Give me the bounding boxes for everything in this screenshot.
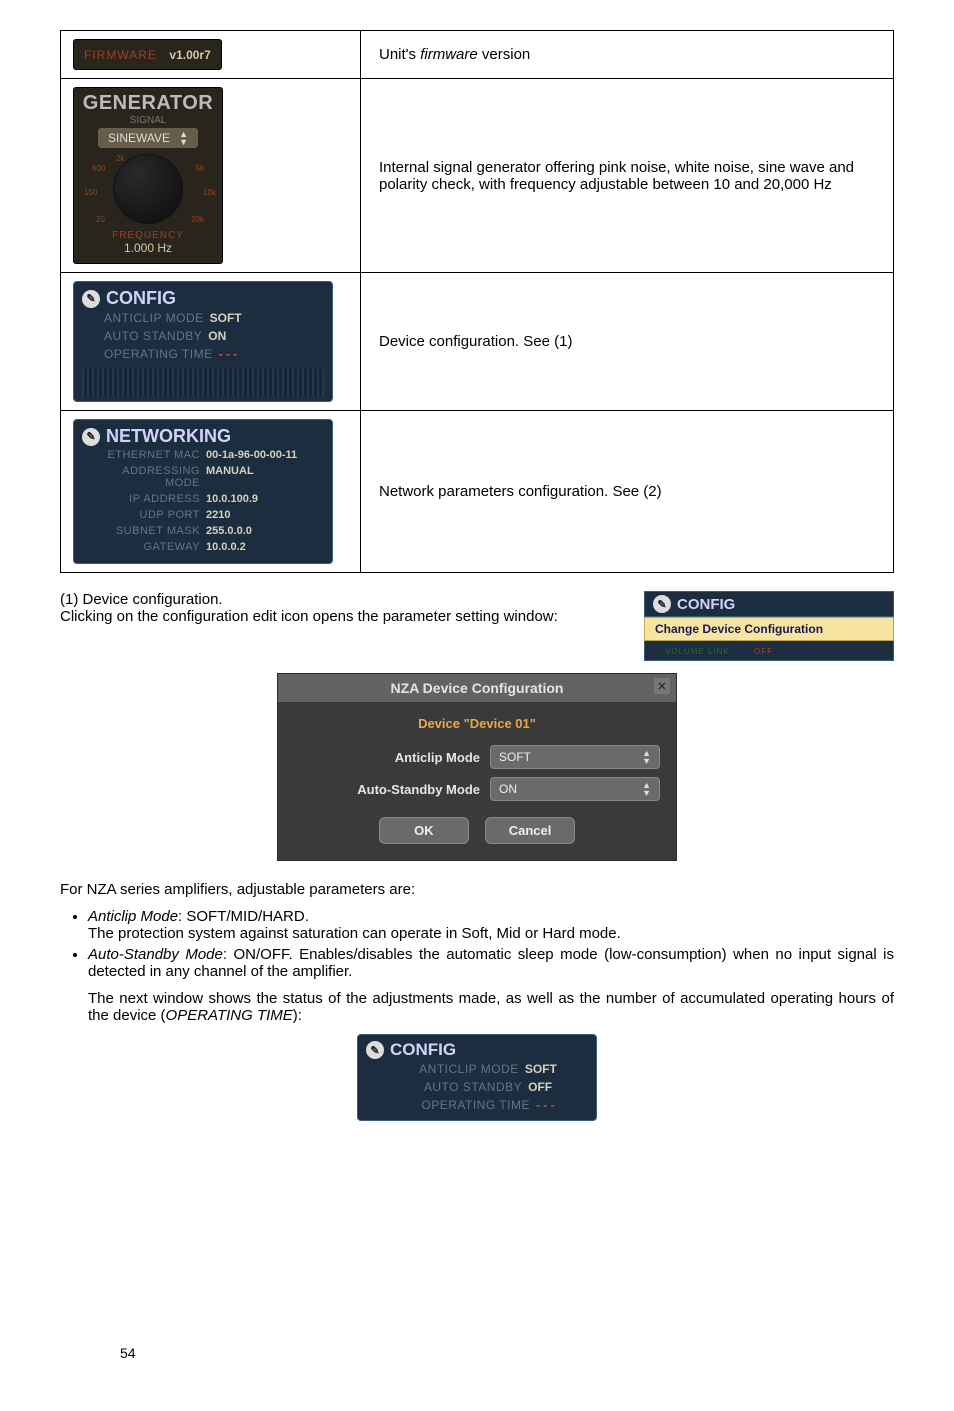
firmware-label: FIRMWARE [84,48,157,62]
gateway-label: GATEWAY [86,541,206,553]
generator-mode-value: SINEWAVE [108,131,170,145]
generator-panel: GENERATOR SIGNAL SINEWAVE ▲▼ 2k 600 5k 1… [73,87,223,264]
text: ): [293,1007,302,1024]
networking-panel: ✎ NETWORKING ETHERNET MAC00-1a-96-00-00-… [73,419,333,564]
page-number: 54 [120,1345,136,1361]
addressing-mode-value: MANUAL [206,465,254,489]
tooltip-sub-left: VOLUME LINK [645,647,730,656]
chevron-updown-icon: ▲▼ [179,130,188,146]
cancel-button[interactable]: Cancel [485,817,575,844]
text-italic: firmware [420,46,478,63]
list-item: Anticlip Mode: SOFT/MID/HARD. The protec… [88,908,894,942]
text: version [478,46,531,63]
autostandby-mode-select[interactable]: ON ▲▼ [490,777,660,801]
operating-time-label: OPERATING TIME [104,347,213,361]
dialog-anticlip-label: Anticlip Mode [294,750,480,765]
networking-description: Network parameters configuration. See (2… [361,411,894,573]
auto-standby-label: AUTO STANDBY [104,329,202,343]
dial-tick: 150 [84,188,97,197]
anticlip-mode-value: SOFT [525,1062,557,1076]
chevron-updown-icon: ▲▼ [642,781,651,797]
config-status-title: CONFIG [390,1040,456,1060]
anticlip-mode-label: ANTICLIP MODE [104,311,204,325]
chevron-updown-icon: ▲▼ [642,749,651,765]
config-status-panel: ✎ CONFIG ANTICLIP MODE SOFT AUTO STANDBY O… [357,1034,597,1121]
config-title-small: CONFIG [677,596,735,613]
generator-frequency-label: FREQUENCY [74,230,222,241]
anticlip-mode-label: ANTICLIP MODE [419,1062,519,1076]
anticlip-mode-selected: SOFT [499,750,531,764]
pencil-icon[interactable]: ✎ [366,1041,384,1059]
tooltip-text: Change Device Configuration [644,617,894,641]
list-item: Auto-Standby Mode: ON/OFF. Enables/disab… [88,946,894,980]
config-title: CONFIG [106,288,176,309]
generator-title: GENERATOR [74,92,222,115]
autostandby-mode-italic: Auto-Standby Mode [88,946,223,963]
firmware-panel: FIRMWARE v1.00r7 [73,39,222,70]
dial-tick: 2k [116,154,124,163]
auto-standby-label: AUTO STANDBY [424,1080,522,1094]
config-panel: ✎ CONFIG ANTICLIP MODE SOFT AUTO STANDBY O… [73,281,333,402]
udp-port-value: 2210 [206,509,230,521]
ethernet-mac-label: ETHERNET MAC [86,449,206,461]
dial-tick: 20k [191,215,204,224]
firmware-description: Unit's firmware version [361,31,894,79]
parameter-list: Anticlip Mode: SOFT/MID/HARD. The protec… [88,908,894,980]
dial-tick: 10k [203,188,216,197]
ok-button[interactable]: OK [379,817,469,844]
dialog-title-bar: NZA Device Configuration ✕ [278,674,676,702]
dial-tick: 20 [96,215,105,224]
anticlip-mode-select[interactable]: SOFT ▲▼ [490,745,660,769]
dial-tick: 5k [196,164,204,173]
ethernet-mac-value: 00-1a-96-00-00-11 [206,449,297,461]
networking-title: NETWORKING [106,426,231,447]
feature-table: FIRMWARE v1.00r7 Unit's firmware version… [60,30,894,573]
firmware-version: v1.00r7 [169,48,210,62]
gateway-value: 10.0.0.2 [206,541,246,553]
udp-port-label: UDP PORT [86,509,206,521]
auto-standby-value: ON [208,329,226,343]
text: : SOFT/MID/HARD. [178,908,309,925]
after-dialog-text: For NZA series amplifiers, adjustable pa… [60,881,894,898]
dial-tick: 600 [92,164,105,173]
dialog-autostandby-label: Auto-Standby Mode [294,782,480,797]
operating-time-label: OPERATING TIME [421,1098,530,1112]
subnet-mask-label: SUBNET MASK [86,525,206,537]
auto-standby-value: OFF [528,1080,552,1094]
anticlip-mode-value: SOFT [210,311,242,325]
tooltip-sub-right: OFF [734,647,773,656]
stripes-decoration [82,369,324,397]
frequency-dial[interactable] [113,154,183,224]
text: The protection system against saturation… [88,925,621,942]
ip-address-value: 10.0.100.9 [206,493,258,505]
pencil-icon[interactable]: ✎ [82,428,100,446]
generator-frequency-value: 1.000 Hz [74,241,222,255]
text: Unit's [379,46,420,63]
pencil-icon[interactable]: ✎ [653,595,671,613]
ip-address-label: IP ADDRESS [86,493,206,505]
pencil-icon[interactable]: ✎ [82,290,100,308]
operating-time-value: - - - [536,1098,555,1112]
generator-signal-label: SIGNAL [74,115,222,126]
generator-mode-select[interactable]: SINEWAVE ▲▼ [98,128,198,148]
autostandby-mode-selected: ON [499,782,517,796]
anticlip-mode-italic: Anticlip Mode [88,908,178,925]
close-icon[interactable]: ✕ [654,678,670,694]
text-italic: OPERATING TIME [166,1007,293,1024]
generator-description: Internal signal generator offering pink … [361,79,894,273]
status-paragraph: The next window shows the status of the … [88,990,894,1024]
config-tooltip-figure: ✎ CONFIG Change Device Configuration VOL… [644,591,894,661]
config-description: Device configuration. See (1) [361,273,894,411]
operating-time-value: - - - [219,347,238,361]
addressing-mode-label: ADDRESSING MODE [86,465,206,489]
device-config-dialog: NZA Device Configuration ✕ Device "Devic… [277,673,677,861]
dialog-title: NZA Device Configuration [391,680,564,696]
dialog-device-name: Device "Device 01" [294,716,660,731]
subnet-mask-value: 255.0.0.0 [206,525,252,537]
